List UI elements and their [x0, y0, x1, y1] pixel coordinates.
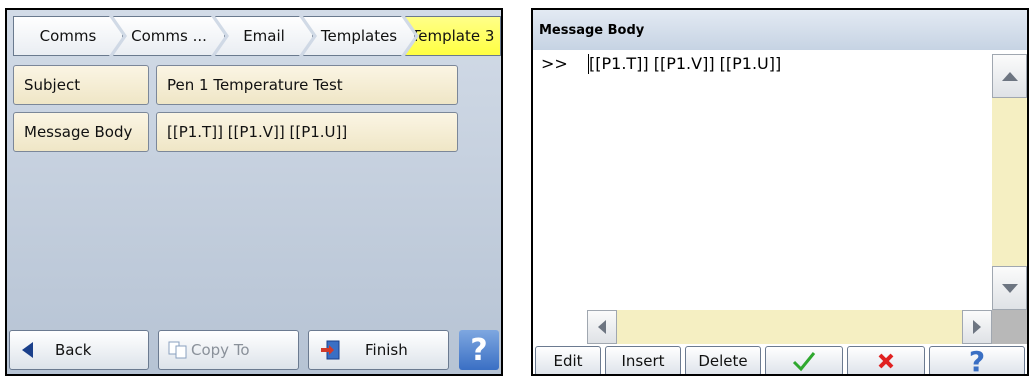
scroll-up-button[interactable]: [992, 54, 1027, 98]
edit-label: Edit: [553, 352, 583, 370]
bottom-toolbar: Back Copy To Finish ?: [7, 328, 501, 374]
checkmark-icon: [792, 352, 816, 372]
help-icon: ?: [968, 344, 986, 376]
insert-label: Insert: [621, 352, 665, 370]
editor-title: Message Body: [533, 10, 1027, 50]
message-body-label[interactable]: Message Body: [13, 112, 149, 152]
breadcrumb-label: Comms: [39, 27, 97, 45]
finish-exit-icon: [319, 339, 343, 361]
help-button-editor[interactable]: ?: [929, 344, 1025, 376]
breadcrumb-label: Templates: [320, 27, 398, 45]
message-body-editor: Message Body >> [[P1.T]] [[P1.V]] [[P1.U…: [531, 8, 1029, 376]
breadcrumb-template-3[interactable]: Template 3: [405, 16, 501, 56]
breadcrumb: Comms Comms ... Email Templates Template…: [9, 12, 501, 62]
cancel-button[interactable]: [847, 346, 925, 374]
template-settings-panel: Comms Comms ... Email Templates Template…: [5, 8, 503, 376]
back-arrow-icon: [22, 342, 33, 358]
breadcrumb-email[interactable]: Email: [215, 16, 313, 56]
ok-button[interactable]: [765, 346, 843, 374]
vertical-scrollbar[interactable]: [992, 54, 1027, 310]
cross-icon: [878, 353, 894, 369]
editor-toolbar: Edit Insert Delete ?: [533, 344, 1027, 376]
breadcrumb-comms-more[interactable]: Comms ...: [113, 16, 225, 56]
breadcrumb-label: Template 3: [411, 27, 495, 45]
copy-to-button[interactable]: Copy To: [158, 330, 299, 370]
message-body-value[interactable]: [[P1.T]] [[P1.V]] [[P1.U]]: [156, 112, 458, 152]
scroll-down-button[interactable]: [992, 266, 1027, 310]
arrow-right-icon: [973, 320, 981, 334]
delete-button[interactable]: Delete: [685, 346, 761, 374]
breadcrumb-label: Comms ...: [131, 27, 207, 45]
breadcrumb-comms[interactable]: Comms: [13, 16, 123, 56]
finish-button[interactable]: Finish: [308, 330, 449, 370]
subject-label[interactable]: Subject: [13, 65, 149, 105]
arrow-left-icon: [598, 320, 606, 334]
back-button[interactable]: Back: [9, 330, 149, 370]
breadcrumb-templates[interactable]: Templates: [303, 16, 415, 56]
arrow-down-icon: [1001, 283, 1018, 293]
subject-value[interactable]: Pen 1 Temperature Test: [156, 65, 458, 105]
editor-prompt: >>: [541, 54, 568, 73]
arrow-up-icon: [1001, 71, 1018, 81]
back-label: Back: [55, 341, 92, 359]
insert-button[interactable]: Insert: [605, 346, 681, 374]
edit-button[interactable]: Edit: [535, 346, 601, 374]
scroll-left-button[interactable]: [587, 310, 617, 344]
breadcrumb-label: Email: [243, 27, 285, 45]
horizontal-scrollbar[interactable]: [587, 310, 992, 344]
help-icon: ?: [470, 332, 488, 368]
editor-text-area[interactable]: >> [[P1.T]] [[P1.V]] [[P1.U]]: [533, 52, 993, 310]
delete-label: Delete: [698, 352, 748, 370]
finish-label: Finish: [365, 341, 408, 359]
copy-to-label: Copy To: [191, 341, 250, 359]
scroll-corner: [992, 310, 1027, 344]
scroll-right-button[interactable]: [962, 310, 992, 344]
copy-icon: [167, 340, 189, 360]
editor-text: [[P1.T]] [[P1.V]] [[P1.U]]: [589, 54, 782, 73]
help-button[interactable]: ?: [459, 330, 499, 370]
